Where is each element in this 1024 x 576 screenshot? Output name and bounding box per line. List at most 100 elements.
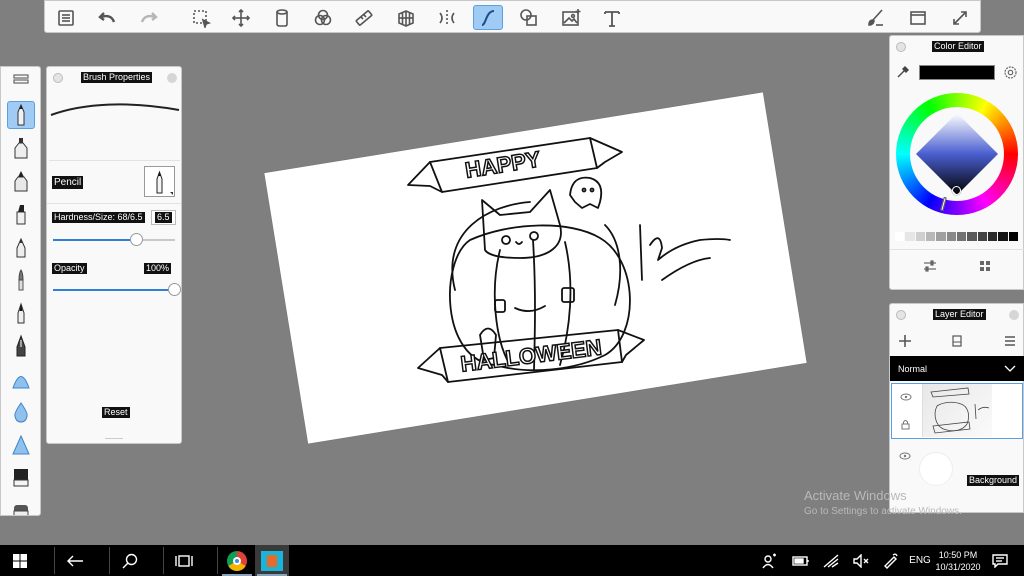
- text-tool-button[interactable]: [597, 5, 627, 30]
- brush-library-button[interactable]: [860, 5, 890, 30]
- color-swatch[interactable]: [987, 232, 999, 241]
- color-swatch[interactable]: [998, 232, 1009, 241]
- clock-time: 10:50 PM: [938, 549, 978, 560]
- volume-muted-icon: [853, 553, 869, 568]
- water-drop-icon: [14, 402, 28, 423]
- color-swatch[interactable]: [925, 232, 937, 241]
- hamburger-icon: [1005, 336, 1015, 346]
- redo-button[interactable]: [134, 5, 164, 30]
- tool-marker[interactable]: [7, 167, 35, 195]
- tool-blender[interactable]: [7, 398, 35, 426]
- eye-icon[interactable]: [899, 452, 911, 460]
- tool-eraser-soft[interactable]: [7, 499, 35, 515]
- color-swatch[interactable]: [977, 232, 988, 241]
- volume-tray-button[interactable]: [848, 545, 874, 576]
- pen-workspace-icon: [884, 553, 898, 569]
- wifi-tray-button[interactable]: [818, 545, 844, 576]
- tool-fountain-pen[interactable]: [7, 332, 35, 360]
- selection-tool-button[interactable]: [186, 5, 216, 30]
- fill-tool-button[interactable]: [267, 5, 297, 30]
- color-swatch[interactable]: [895, 232, 906, 241]
- tool-felt-pen[interactable]: [7, 200, 35, 228]
- panel-close-button[interactable]: [167, 73, 177, 83]
- ruler-tool-button[interactable]: [349, 5, 379, 30]
- sketchbook-icon-mark: [267, 554, 277, 567]
- pen-tray-button[interactable]: [877, 545, 903, 576]
- undo-button[interactable]: [92, 5, 122, 30]
- insert-image-button[interactable]: [556, 5, 586, 30]
- symmetry-button[interactable]: [432, 5, 462, 30]
- eye-icon[interactable]: [900, 393, 912, 401]
- search-button[interactable]: [110, 545, 150, 576]
- tool-smudge[interactable]: [7, 431, 35, 459]
- window-mode-button[interactable]: [903, 5, 933, 30]
- size-value-field[interactable]: 6.5: [151, 210, 176, 225]
- color-swatch[interactable]: [905, 232, 916, 241]
- pencil-icon: [17, 103, 25, 126]
- fountain-pen-icon: [16, 334, 26, 357]
- gallery-list-button[interactable]: [51, 5, 81, 30]
- panel-close-button[interactable]: [1009, 310, 1019, 320]
- back-button[interactable]: [55, 545, 95, 576]
- size-slider-knob[interactable]: [130, 233, 143, 246]
- resize-grip[interactable]: [105, 438, 123, 439]
- tool-fineliner[interactable]: [7, 233, 35, 261]
- size-slider[interactable]: [53, 233, 175, 246]
- opacity-slider[interactable]: [53, 283, 181, 296]
- divider: [890, 249, 1024, 250]
- color-settings-button[interactable]: [1003, 65, 1018, 80]
- opacity-slider-knob[interactable]: [168, 283, 181, 296]
- layer-item[interactable]: [891, 383, 1023, 439]
- chevron-down-icon: [1004, 365, 1016, 372]
- brush-thumbnail-button[interactable]: [144, 166, 175, 197]
- layer-mask-button[interactable]: [950, 334, 964, 348]
- color-swatch[interactable]: [956, 232, 968, 241]
- sv-picker-handle[interactable]: [952, 186, 961, 195]
- stroke-stabilizer-button[interactable]: [473, 5, 503, 30]
- color-swatch[interactable]: [936, 232, 947, 241]
- menu-grid-icon: [13, 74, 29, 84]
- color-swatches-button[interactable]: [977, 258, 993, 274]
- battery-tray-button[interactable]: [788, 545, 814, 576]
- tool-eraser[interactable]: [7, 464, 35, 492]
- hue-wheel[interactable]: [896, 93, 1018, 215]
- tool-technical-pen[interactable]: [7, 134, 35, 162]
- layer-menu-button[interactable]: [1003, 334, 1017, 348]
- tool-pencil[interactable]: [7, 101, 35, 129]
- task-view-button[interactable]: [164, 545, 204, 576]
- fullscreen-button[interactable]: [945, 5, 975, 30]
- transform-tool-button[interactable]: [226, 5, 256, 30]
- shape-tool-button[interactable]: [514, 5, 544, 30]
- toolbox-menu-button[interactable]: [7, 69, 35, 89]
- color-swatch[interactable]: [967, 232, 978, 241]
- color-sliders-button[interactable]: [922, 258, 938, 274]
- action-center-button[interactable]: [986, 545, 1014, 576]
- people-tray-button[interactable]: [756, 545, 782, 576]
- panel-pin-button[interactable]: [896, 310, 906, 320]
- tool-ink-pen[interactable]: [7, 299, 35, 327]
- color-swatch[interactable]: [1008, 232, 1019, 241]
- reset-button[interactable]: Reset: [102, 407, 130, 418]
- hue-picker-handle[interactable]: [940, 196, 947, 212]
- opacity-label: Opacity: [52, 263, 87, 274]
- eyedropper-icon: [897, 66, 909, 78]
- clock[interactable]: 10:50 PM 10/31/2020: [934, 545, 982, 576]
- chrome-taskbar-button[interactable]: [220, 545, 254, 576]
- start-button[interactable]: [0, 545, 40, 576]
- sketchbook-taskbar-button[interactable]: [255, 545, 289, 576]
- language-indicator[interactable]: ENG: [906, 545, 934, 576]
- battery-icon: [792, 555, 809, 566]
- tool-airbrush[interactable]: [7, 365, 35, 393]
- lock-icon[interactable]: [901, 419, 910, 430]
- panel-pin-button[interactable]: [53, 73, 63, 83]
- current-color-swatch[interactable]: [919, 65, 995, 80]
- color-swatch[interactable]: [946, 232, 957, 241]
- perspective-guide-button[interactable]: [391, 5, 421, 30]
- add-layer-button[interactable]: [898, 334, 912, 348]
- panel-pin-button[interactable]: [896, 42, 906, 52]
- tool-paintbrush[interactable]: [7, 266, 35, 294]
- blend-tool-button[interactable]: [308, 5, 338, 30]
- color-swatch[interactable]: [915, 232, 926, 241]
- eyedropper-button[interactable]: [896, 65, 910, 79]
- blend-mode-dropdown[interactable]: Normal: [890, 356, 1024, 381]
